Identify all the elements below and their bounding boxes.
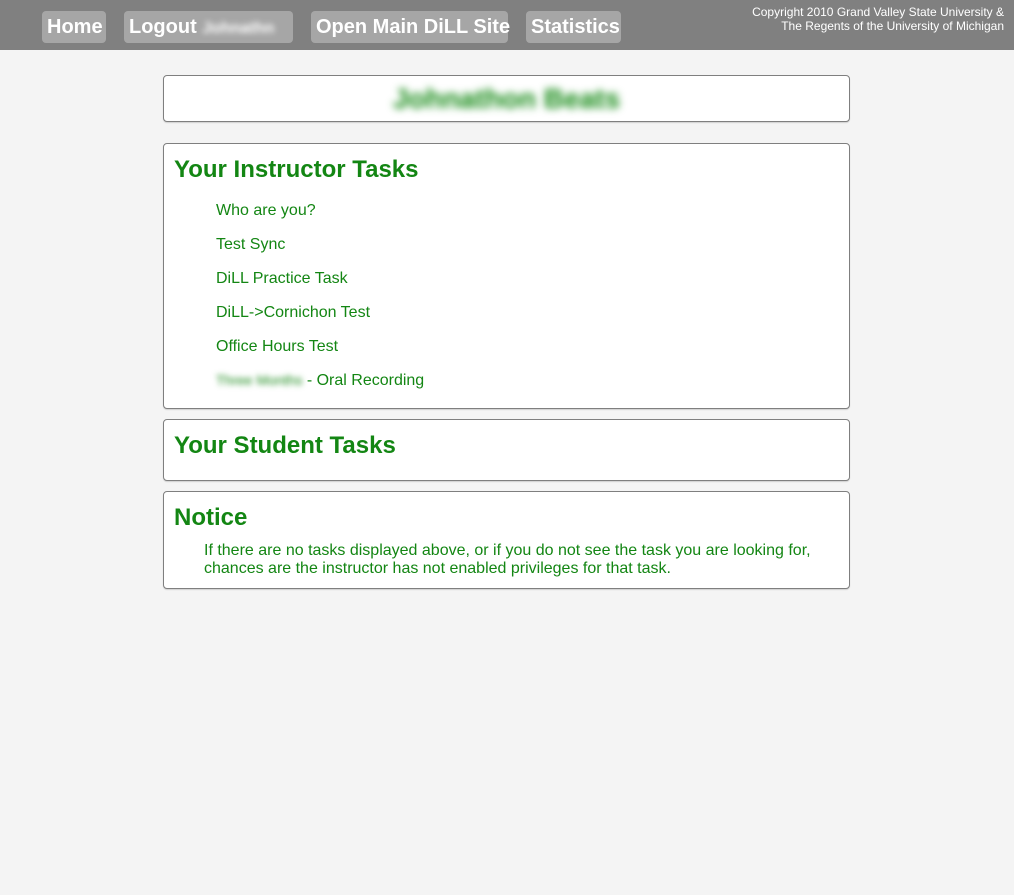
copyright-line-2: The Regents of the University of Michiga… xyxy=(781,19,1004,33)
copyright-notice: Copyright 2010 Grand Valley State Univer… xyxy=(752,5,1004,33)
statistics-button-label: Statistics xyxy=(531,16,620,38)
open-main-site-label: Open Main DiLL Site xyxy=(316,16,511,38)
task-link-test-sync[interactable]: Test Sync xyxy=(216,236,285,254)
user-name-panel: Johnathon Beats xyxy=(163,75,850,122)
logout-button[interactable]: Logout Johnathn xyxy=(124,11,293,43)
notice-text: If there are no tasks displayed above, o… xyxy=(204,542,811,577)
statistics-button[interactable]: Statistics xyxy=(526,11,621,43)
task-link-who-are-you[interactable]: Who are you? xyxy=(216,202,316,220)
home-button[interactable]: Home xyxy=(42,11,106,43)
task-oral-recording-blurred-name: Three Months xyxy=(216,372,303,388)
copyright-line-1: Copyright 2010 Grand Valley State Univer… xyxy=(752,5,1004,19)
logout-username: Johnathn xyxy=(202,20,275,37)
task-link-dill-practice[interactable]: DiLL Practice Task xyxy=(216,270,348,288)
task-link-oral-recording[interactable]: Three Months - Oral Recording xyxy=(216,372,424,390)
student-tasks-panel: Your Student Tasks xyxy=(163,419,850,481)
instructor-tasks-title: Your Instructor Tasks xyxy=(174,156,419,183)
student-tasks-title: Your Student Tasks xyxy=(174,432,396,459)
task-oral-recording-label: - Oral Recording xyxy=(302,372,425,389)
instructor-tasks-panel: Your Instructor Tasks Who are you? Test … xyxy=(163,143,850,409)
task-link-dill-cornichon-test[interactable]: DiLL->Cornichon Test xyxy=(216,304,370,322)
notice-title: Notice xyxy=(174,504,248,531)
home-button-label: Home xyxy=(47,16,103,38)
open-main-site-button[interactable]: Open Main DiLL Site xyxy=(311,11,511,43)
top-navigation-bar: Home Logout Johnathn Open Main DiLL Site… xyxy=(0,0,1014,50)
logout-button-label: Logout xyxy=(129,16,197,38)
task-link-office-hours-test[interactable]: Office Hours Test xyxy=(216,338,338,356)
notice-panel: Notice If there are no tasks displayed a… xyxy=(163,491,850,589)
user-display-name: Johnathon Beats xyxy=(392,83,621,114)
